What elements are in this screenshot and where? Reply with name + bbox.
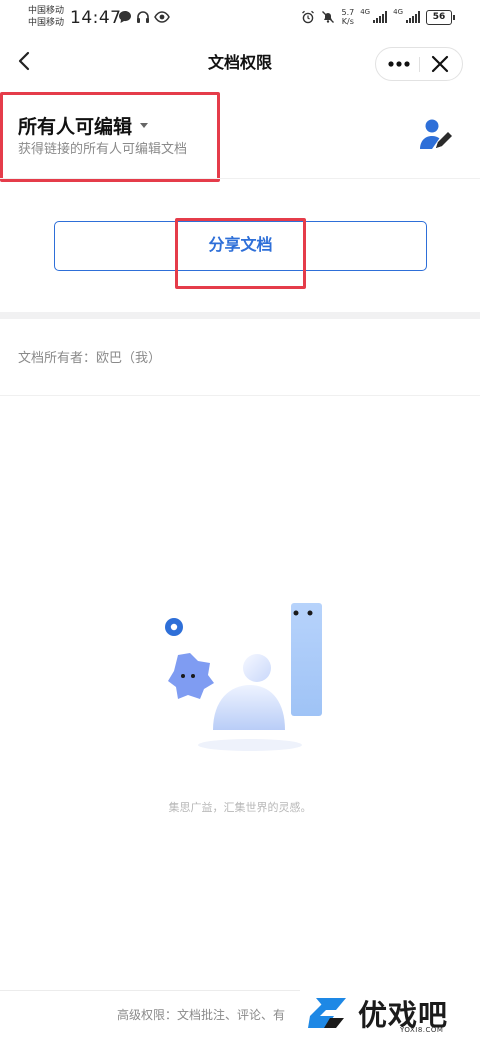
status-time: 14:47 (70, 8, 122, 28)
capsule-divider (419, 57, 420, 72)
net-speed-value: 5.7 (341, 8, 355, 17)
highlight-box-share (175, 218, 306, 289)
mini-program-capsule (375, 47, 463, 81)
message-icon (119, 11, 131, 23)
status-bar: 中国移动 中国移动 14:47 5.7 K/s 4G 4G 56 (0, 0, 480, 36)
divider (0, 395, 480, 396)
section-separator (0, 312, 480, 319)
highlight-box-permission (0, 92, 220, 182)
net-speed-unit: K/s (341, 17, 354, 26)
status-icons-left (118, 10, 170, 24)
net-type-1: 4G (360, 8, 371, 16)
nav-bar: 文档权限 (0, 40, 480, 84)
divider (0, 178, 480, 179)
empty-state-tagline: 集思广益，汇集世界的灵感。 (168, 801, 312, 814)
battery-icon: 56 (426, 9, 455, 25)
carrier-info: 中国移动 中国移动 (28, 5, 64, 29)
watermark: 优戏吧 YOXI8.COM (300, 990, 480, 1040)
watermark-logo-icon (308, 998, 346, 1028)
net-type-2: 4G (393, 8, 403, 16)
carrier-1: 中国移动 (28, 6, 65, 16)
empty-state-illustration (165, 603, 322, 751)
close-icon[interactable] (430, 54, 450, 74)
eye-icon (154, 11, 170, 23)
net-speed: 5.7 K/s (341, 8, 354, 26)
signal-icon-2 (406, 11, 420, 23)
more-icon[interactable] (387, 48, 411, 80)
signal-icon (373, 11, 388, 23)
advanced-permissions-text[interactable]: 高级权限：文档批注、评论、有 (117, 1006, 285, 1023)
document-owner: 文档所有者：欧巴（我） (18, 351, 162, 366)
carrier-2: 中国移动 (28, 18, 65, 28)
user-edit-icon[interactable] (418, 117, 454, 153)
alarm-icon (302, 10, 315, 24)
status-icons-right: 5.7 K/s 4G 4G 56 (301, 8, 455, 26)
mute-bell-icon (322, 11, 335, 23)
headphones-icon (137, 11, 149, 23)
watermark-url: YOXI8.COM (400, 1026, 444, 1034)
